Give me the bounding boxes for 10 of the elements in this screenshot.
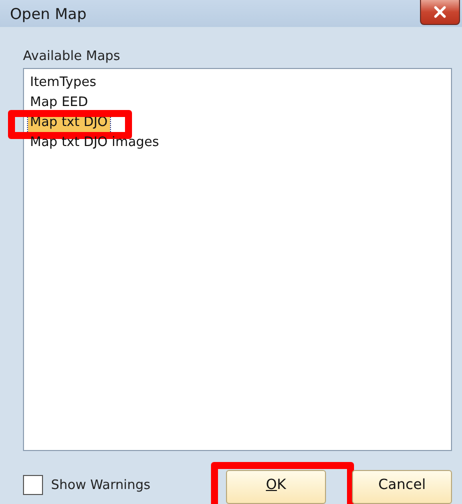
- cancel-button[interactable]: Cancel: [352, 470, 452, 504]
- window-title: Open Map: [10, 4, 86, 22]
- list-item[interactable]: Map EED: [28, 93, 90, 113]
- list-item[interactable]: ItemTypes: [28, 73, 98, 93]
- ok-button[interactable]: OK: [226, 470, 326, 504]
- list-item[interactable]: Map txt DJO images: [28, 133, 162, 153]
- checkbox-label: Show Warnings: [51, 478, 150, 492]
- checkbox[interactable]: [23, 475, 43, 495]
- close-button[interactable]: [420, 0, 460, 24]
- list-label: Available Maps: [23, 49, 122, 64]
